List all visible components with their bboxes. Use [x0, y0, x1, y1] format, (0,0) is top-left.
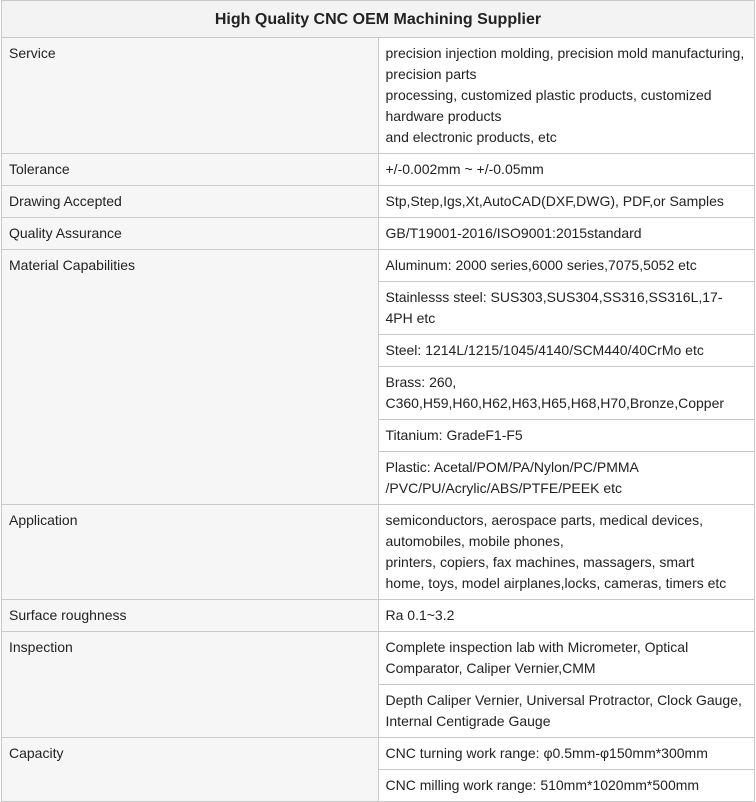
row-label: Tolerance — [1, 153, 379, 186]
value-line: Complete inspection lab with Micrometer,… — [385, 639, 689, 676]
value-line: Stainlesss steel: SUS303,SUS304,SS316,SS… — [385, 289, 723, 326]
table-row: Material Capabilities Aluminum: 2000 seri… — [1, 249, 755, 505]
table-row: Tolerance +/-0.002mm ~ +/-0.05mm — [1, 153, 755, 186]
value-line: Aluminum: 2000 series,6000 series,7075,5… — [385, 257, 697, 273]
value-line: processing, customized plastic products,… — [385, 87, 712, 103]
table-body: Service precision injection molding, prec… — [1, 37, 755, 802]
value-line: and electronic products, etc — [385, 129, 557, 145]
value-line: home, toys, model airplanes,locks, camer… — [385, 575, 727, 591]
table-row: Service precision injection molding, prec… — [1, 37, 755, 154]
row-label: Application — [1, 504, 379, 600]
value-line: Ra 0.1~3.2 — [385, 607, 455, 623]
row-value: Titanium: GradeF1-F5 — [377, 419, 755, 452]
table-header-row: High Quality CNC OEM Machining Supplier — [1, 0, 755, 38]
value-line: +/-0.002mm ~ +/-0.05mm — [385, 161, 544, 177]
row-value: Stp,Step,Igs,Xt,AutoCAD(DXF,DWG), PDF,or… — [377, 185, 755, 218]
row-value: Stainlesss steel: SUS303,SUS304,SS316,SS… — [377, 281, 755, 335]
row-value: Ra 0.1~3.2 — [377, 599, 755, 632]
row-label: Drawing Accepted — [1, 185, 379, 218]
row-value: Brass: 260, C360,H59,H60,H62,H63,H65,H68… — [377, 366, 755, 420]
table-row: Drawing Accepted Stp,Step,Igs,Xt,AutoCAD(… — [1, 185, 755, 218]
value-line: GB/T19001-2016/ISO9001:2015standard — [385, 225, 642, 241]
value-line: precision injection molding, precision m… — [385, 45, 745, 82]
value-line: Brass: 260, C360,H59,H60,H62,H63,H65,H68… — [385, 374, 725, 411]
row-value: Steel: 1214L/1215/1045/4140/SCM440/40CrM… — [377, 334, 755, 367]
value-line: Stp,Step,Igs,Xt,AutoCAD(DXF,DWG), PDF,or… — [385, 193, 724, 209]
row-label: Material Capabilities — [1, 249, 379, 505]
row-label: Capacity — [1, 737, 379, 802]
row-value: semiconductors, aerospace parts, medical… — [377, 504, 755, 600]
table-row: Application semiconductors, aerospace par… — [1, 504, 755, 600]
spec-table: High Quality CNC OEM Machining Supplier … — [1, 0, 755, 802]
value-line: printers, copiers, fax machines, massage… — [385, 554, 695, 570]
row-label: Service — [1, 37, 379, 154]
value-line: Titanium: GradeF1-F5 — [385, 427, 523, 443]
row-value: CNC turning work range: φ0.5mm-φ150mm*30… — [377, 737, 755, 770]
table-title: High Quality CNC OEM Machining Supplier — [1, 0, 755, 38]
row-value: Complete inspection lab with Micrometer,… — [377, 631, 755, 685]
table-row: Surface roughness Ra 0.1~3.2 — [1, 599, 755, 632]
value-line: CNC milling work range: 510mm*1020mm*500… — [385, 777, 700, 793]
row-label: Quality Assurance — [1, 217, 379, 250]
row-value: Depth Caliper Vernier, Universal Protrac… — [377, 684, 755, 738]
value-line: semiconductors, aerospace parts, medical… — [385, 512, 703, 549]
row-label: Inspection — [1, 631, 379, 738]
row-value: precision injection molding, precision m… — [377, 37, 755, 154]
row-value: +/-0.002mm ~ +/-0.05mm — [377, 153, 755, 186]
table-row: Quality Assurance GB/T19001-2016/ISO9001:… — [1, 217, 755, 250]
value-line: Steel: 1214L/1215/1045/4140/SCM440/40CrM… — [385, 342, 704, 358]
row-value: GB/T19001-2016/ISO9001:2015standard — [377, 217, 755, 250]
row-value: Plastic: Acetal/POM/PA/Nylon/PC/PMMA /PV… — [377, 451, 755, 505]
table-row: Capacity CNC turning work range: φ0.5mm-φ… — [1, 737, 755, 802]
value-line: hardware products — [385, 108, 502, 124]
value-line: Depth Caliper Vernier, Universal Protrac… — [385, 692, 742, 729]
value-line: Plastic: Acetal/POM/PA/Nylon/PC/PMMA /PV… — [385, 459, 639, 496]
row-label: Surface roughness — [1, 599, 379, 632]
table-row: Inspection Complete inspection lab with M… — [1, 631, 755, 738]
row-value: CNC milling work range: 510mm*1020mm*500… — [377, 769, 755, 802]
value-line: CNC turning work range: φ0.5mm-φ150mm*30… — [385, 745, 708, 761]
row-value: Aluminum: 2000 series,6000 series,7075,5… — [377, 249, 755, 282]
